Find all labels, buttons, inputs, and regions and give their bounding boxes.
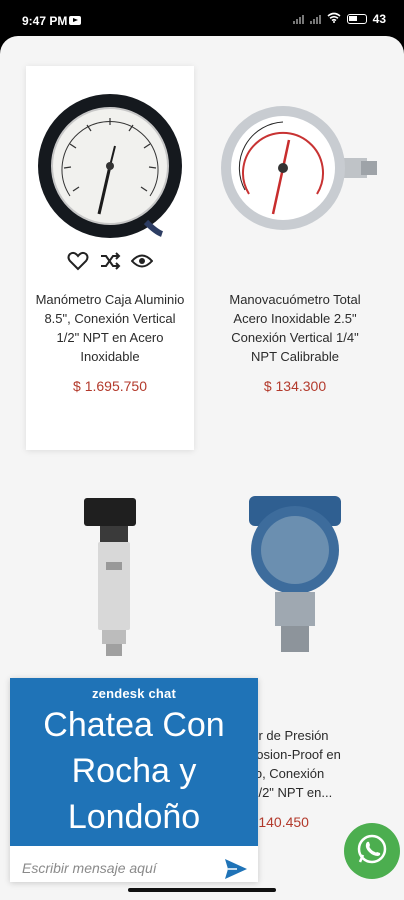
whatsapp-button[interactable]	[344, 823, 400, 879]
heart-icon[interactable]	[67, 250, 89, 272]
product-price: $ 134.300	[263, 378, 327, 394]
status-time: 9:47 PM	[22, 14, 68, 28]
product-name[interactable]: Manovacuómetro Total Acero Inoxidable 2.…	[211, 290, 379, 366]
send-icon	[224, 859, 248, 884]
send-button[interactable]	[224, 858, 248, 885]
product-image[interactable]	[211, 492, 379, 662]
product-image[interactable]	[211, 104, 379, 244]
product-image[interactable]	[26, 94, 194, 244]
product-price: $ 1.695.750	[73, 378, 147, 394]
product-actions	[26, 250, 194, 272]
home-indicator[interactable]	[128, 888, 276, 892]
signal-icon	[292, 14, 304, 24]
product-name[interactable]: Manómetro Caja Aluminio 8.5", Conexión V…	[26, 290, 194, 366]
chat-widget[interactable]: zendesk chat Chatea Con Rocha y Londoño …	[10, 678, 258, 882]
product-image[interactable]	[26, 492, 194, 662]
chat-brand: zendesk chat	[91, 686, 177, 701]
product-card[interactable]: Manovacuómetro Total Acero Inoxidable 2.…	[211, 66, 379, 450]
wifi-icon	[327, 12, 341, 26]
eye-icon[interactable]	[131, 250, 153, 272]
whatsapp-icon	[355, 832, 389, 871]
status-icons: 43	[292, 12, 386, 26]
signal-icon-2	[309, 14, 321, 24]
youtube-notification-icon	[69, 16, 81, 25]
battery-level: 43	[372, 12, 386, 26]
chat-header[interactable]: zendesk chat Chatea Con Rocha y Londoño	[10, 678, 258, 846]
chat-title: Chatea Con Rocha y Londoño	[43, 706, 225, 836]
status-bar: 9:47 PM 43	[0, 0, 404, 40]
phone-screen: 9:47 PM 43 Manómetro Caja Aluminio 8.5",…	[0, 0, 404, 900]
battery-icon	[346, 14, 367, 24]
chat-message-input[interactable]: Escribir mensaje aquí	[22, 860, 157, 876]
shuffle-icon[interactable]	[99, 250, 121, 272]
product-card[interactable]: Manómetro Caja Aluminio 8.5", Conexión V…	[26, 66, 194, 450]
product-card[interactable]	[26, 492, 194, 692]
